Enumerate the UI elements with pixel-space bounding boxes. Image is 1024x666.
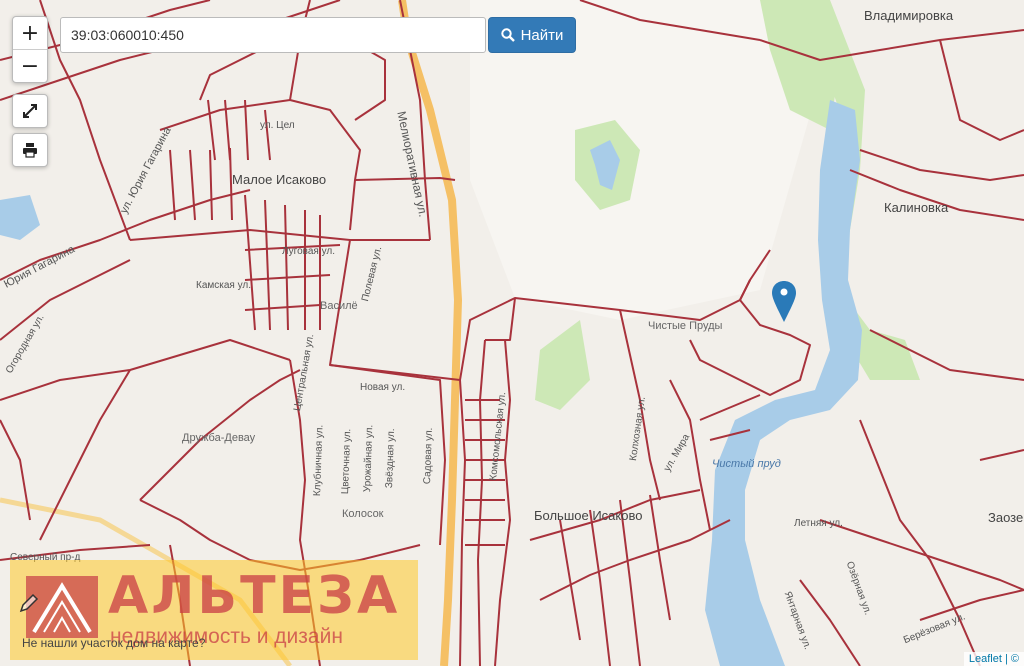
place-label-vladimirovka: Владимировка — [864, 8, 954, 23]
place-label-zaozer: Заозе — [988, 510, 1024, 525]
street-label-tsel: ул. Цел — [260, 120, 295, 131]
place-label-maloe-isakovo: Малое Исаково — [232, 172, 327, 187]
attribution-link[interactable]: Leaflet | © — [969, 653, 1019, 665]
not-found-link[interactable]: Не нашли участок дом на карте? — [22, 636, 205, 650]
place-label-vasilki: Василё — [320, 300, 358, 312]
place-label-kalinovka: Калиновка — [884, 200, 949, 215]
search-button[interactable]: Найти — [488, 17, 576, 53]
zoom-in-button[interactable]: + — [13, 17, 47, 49]
search-button-label: Найти — [520, 26, 564, 44]
street-label-lugovaya: Луговая ул. — [282, 246, 336, 257]
pencil-icon — [19, 593, 39, 613]
printer-icon — [23, 143, 37, 158]
place-label-kolosok: Колосок — [342, 508, 384, 520]
brand-name: АЛЬТЕЗА — [108, 566, 401, 626]
street-label-zvezdnaya: Звёздная ул. — [384, 428, 398, 489]
place-label-chistye-prudy: Чистые Пруды — [648, 320, 723, 332]
fullscreen-icon — [23, 104, 37, 118]
place-label-bolshoe-isakovo: Большое Исаково — [534, 508, 643, 523]
street-label-letnyaya: Летняя ул. — [794, 518, 843, 529]
zoom-control: + − — [12, 16, 48, 83]
street-label-urozhainaya: Урожайная ул. — [362, 424, 376, 493]
zoom-out-button[interactable]: − — [13, 49, 47, 82]
place-label-druzhba: Дружба-Девау — [182, 432, 256, 444]
search-icon — [500, 28, 515, 42]
street-label-kamskaya: Камская ул. — [196, 280, 252, 291]
print-button[interactable] — [12, 133, 48, 167]
street-label-novaya: Новая ул. — [360, 382, 406, 393]
street-label-tsvetochnaya: Цветочная ул. — [340, 428, 354, 495]
street-label-sadovaya: Садовая ул. — [422, 427, 435, 485]
map-attribution: Leaflet | © — [963, 652, 1024, 666]
fullscreen-button[interactable] — [12, 94, 48, 128]
water-label-chisty-prud: Чистый пруд — [712, 458, 781, 470]
cadastral-search-input[interactable] — [60, 17, 486, 53]
